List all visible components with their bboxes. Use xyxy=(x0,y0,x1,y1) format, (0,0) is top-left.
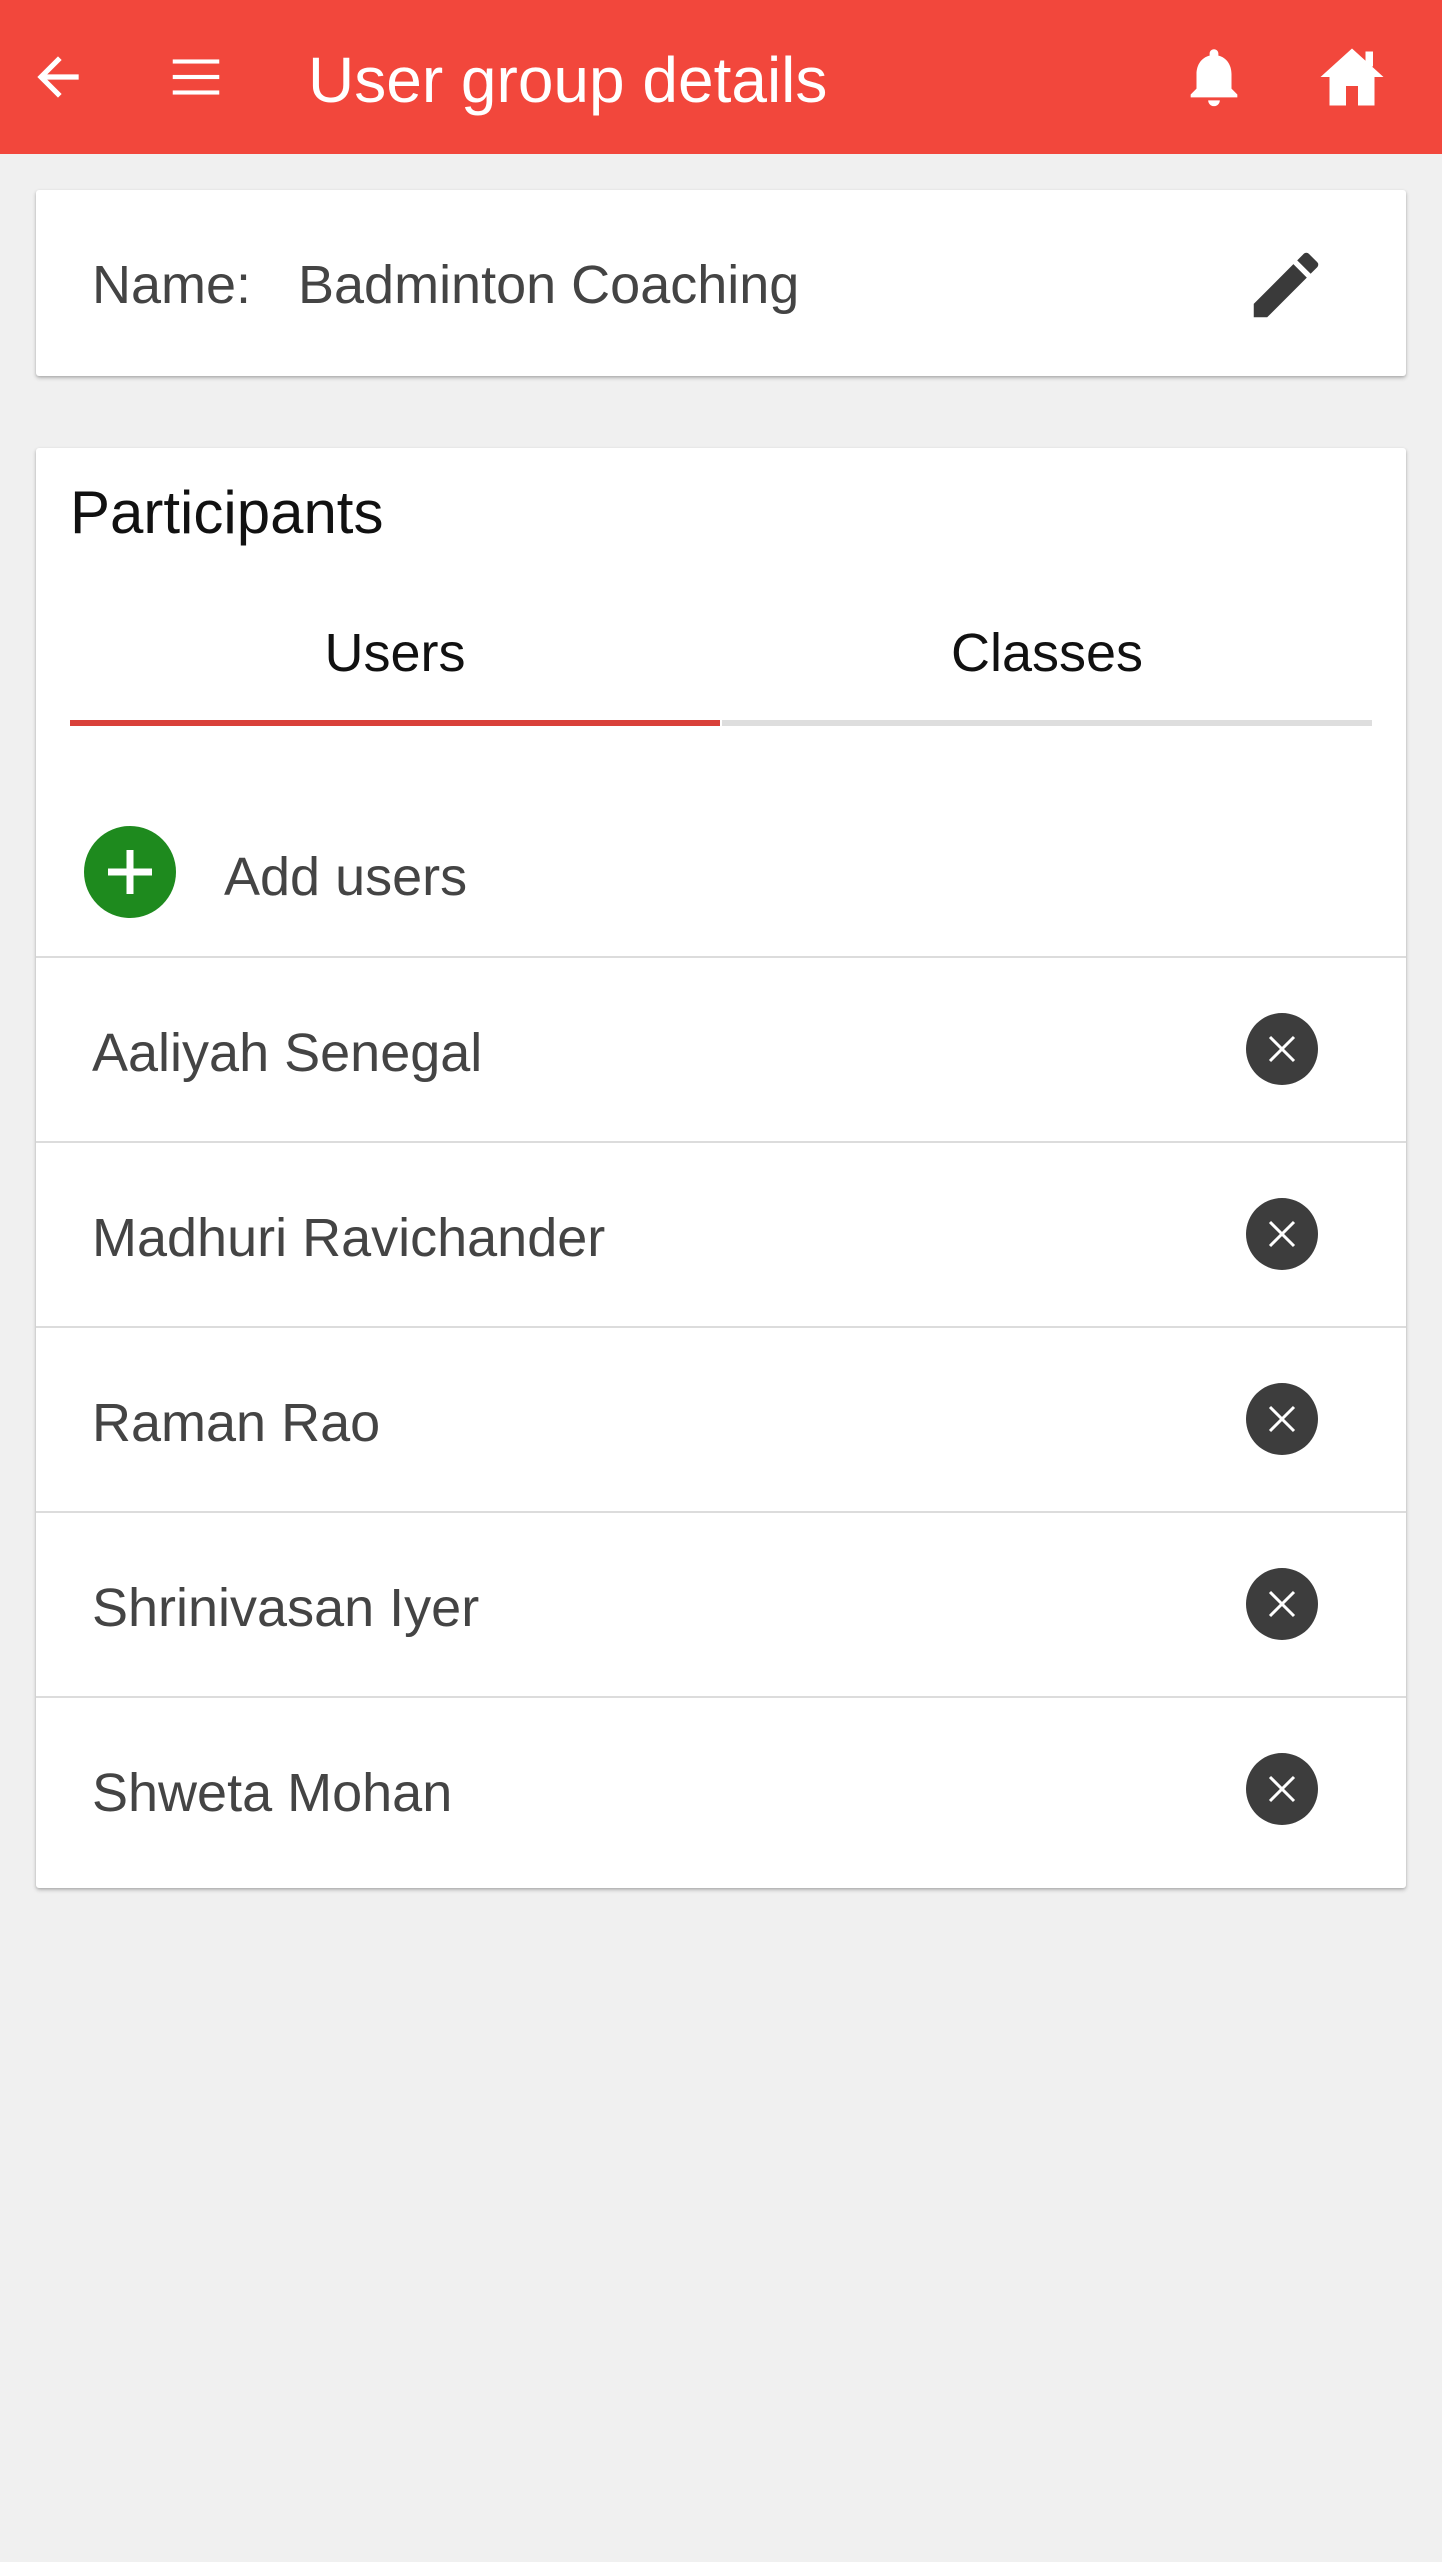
list-item: Aaliyah Senegal xyxy=(36,958,1406,1143)
list-item: Shrinivasan Iyer xyxy=(36,1513,1406,1698)
name-label: Name: xyxy=(92,255,252,315)
tab-classes[interactable]: Classes xyxy=(722,598,1372,726)
user-list: Aaliyah Senegal Madhuri Ravichander Rama… xyxy=(36,958,1406,1881)
user-name: Aaliyah Senegal xyxy=(92,1023,483,1083)
back-button[interactable] xyxy=(12,0,104,154)
close-circle-icon[interactable] xyxy=(1246,1198,1318,1270)
close-circle-icon[interactable] xyxy=(1246,1383,1318,1455)
user-name: Raman Rao xyxy=(92,1393,381,1453)
group-name-value: Badminton Coaching xyxy=(298,255,800,315)
user-name: Madhuri Ravichander xyxy=(92,1208,606,1268)
list-item: Raman Rao xyxy=(36,1328,1406,1513)
close-circle-icon[interactable] xyxy=(1246,1753,1318,1825)
menu-button[interactable] xyxy=(150,0,242,154)
participants-card: Participants Users Classes Add users Aal… xyxy=(36,448,1406,1888)
close-circle-icon[interactable] xyxy=(1246,1013,1318,1085)
arrow-left-icon xyxy=(37,56,79,98)
home-button[interactable] xyxy=(1306,0,1398,154)
bell-icon xyxy=(1190,49,1238,107)
home-icon xyxy=(1320,48,1384,106)
notifications-button[interactable] xyxy=(1168,0,1260,154)
page-title: User group details xyxy=(308,44,828,116)
tab-users[interactable]: Users xyxy=(70,598,720,726)
edit-name-button[interactable] xyxy=(1236,235,1336,335)
list-item: Shweta Mohan xyxy=(36,1698,1406,1881)
pencil-icon xyxy=(1253,252,1319,318)
add-users-label: Add users xyxy=(224,847,468,907)
app-bar: User group details xyxy=(0,0,1442,154)
participants-title: Participants xyxy=(70,479,384,546)
list-item: Madhuri Ravichander xyxy=(36,1143,1406,1328)
add-users-button[interactable]: Add users xyxy=(36,792,1406,958)
group-name-card: Name: Badminton Coaching xyxy=(36,190,1406,376)
user-name: Shrinivasan Iyer xyxy=(92,1578,480,1638)
close-circle-icon[interactable] xyxy=(1246,1568,1318,1640)
hamburger-menu-icon xyxy=(172,59,220,95)
plus-circle-icon xyxy=(84,826,176,918)
user-name: Shweta Mohan xyxy=(92,1763,453,1823)
